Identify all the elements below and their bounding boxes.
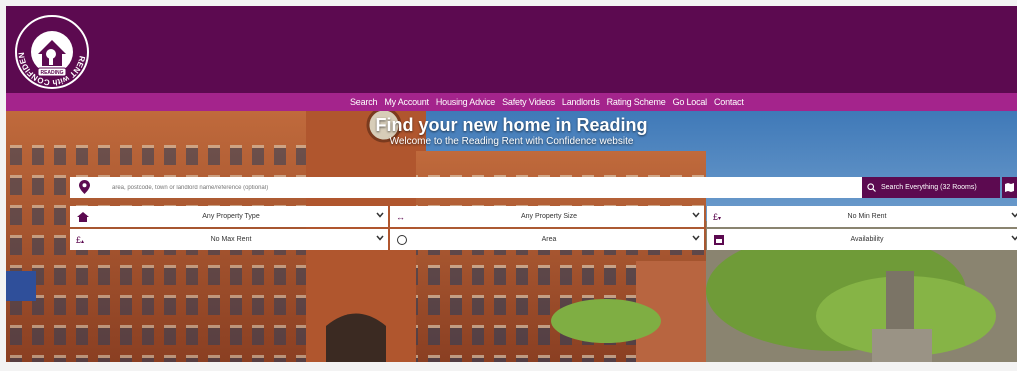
property-type-select[interactable]: Any Property Type xyxy=(70,206,388,227)
chevron-down-icon xyxy=(1011,212,1017,218)
hero-title: Find your new home in Reading xyxy=(375,115,648,135)
max-rent-select[interactable]: £▴ No Max Rent xyxy=(70,229,388,250)
chevron-down-icon xyxy=(376,212,384,218)
search-button-label: Search Everything (32 Rooms) xyxy=(881,184,977,191)
nav-item-contact[interactable]: Contact xyxy=(714,97,744,107)
chevron-down-icon xyxy=(1011,235,1017,241)
max-rent-value: No Max Rent xyxy=(210,236,252,243)
area-value: Area xyxy=(541,236,557,243)
calendar-icon xyxy=(714,235,724,245)
chevron-down-icon xyxy=(692,212,700,218)
chevron-down-icon xyxy=(692,235,700,241)
availability-select[interactable]: Availability xyxy=(707,229,1017,250)
min-rent-value: No Min Rent xyxy=(847,213,887,220)
nav-item-safety-videos[interactable]: Safety Videos xyxy=(502,97,555,107)
pound-down-icon: £▾ xyxy=(713,212,722,222)
property-size-select[interactable]: ↔ Any Property Size xyxy=(390,206,704,227)
location-pin-icon xyxy=(79,180,90,194)
hero-subtitle: Welcome to the Reading Rent with Confide… xyxy=(389,136,634,147)
home-icon xyxy=(77,212,89,222)
nav-item-landlords[interactable]: Landlords xyxy=(562,97,600,107)
nav-item-go-local[interactable]: Go Local xyxy=(673,97,708,107)
search-box xyxy=(70,177,862,198)
search-icon xyxy=(867,183,876,192)
nav-item-my-account[interactable]: My Account xyxy=(384,97,429,107)
nav-item-search[interactable]: Search xyxy=(350,97,378,107)
map-view-button[interactable] xyxy=(1002,177,1017,198)
hero-banner: Find your new home in Reading Welcome to… xyxy=(6,111,1017,362)
search-everything-button[interactable]: Search Everything (32 Rooms) xyxy=(862,177,1000,198)
search-input[interactable] xyxy=(110,179,854,197)
property-size-value: Any Property Size xyxy=(520,213,578,220)
resize-arrows-icon: ↔ xyxy=(396,212,405,222)
rent-with-confidence-logo[interactable]: READING RENT with CONFIDENCE xyxy=(14,14,90,90)
availability-value: Availability xyxy=(850,236,884,243)
pound-up-icon: £▴ xyxy=(76,235,85,245)
chevron-down-icon xyxy=(376,235,384,241)
nav-item-rating-scheme[interactable]: Rating Scheme xyxy=(607,97,666,107)
map-icon xyxy=(1005,183,1014,192)
site-header: READING RENT with CONFIDENCE xyxy=(6,6,1017,93)
nav-item-housing-advice[interactable]: Housing Advice xyxy=(436,97,495,107)
circle-icon xyxy=(397,235,407,245)
nav-items: Search My Account Housing Advice Safety Vid… xyxy=(350,93,744,111)
logo-badge-text: READING xyxy=(40,70,63,76)
search-row: Search Everything (32 Rooms) xyxy=(70,177,1017,198)
main-nav: Search My Account Housing Advice Safety Vid… xyxy=(6,93,1017,111)
min-rent-select[interactable]: £▾ No Min Rent xyxy=(707,206,1017,227)
area-select[interactable]: Area xyxy=(390,229,704,250)
property-type-value: Any Property Type xyxy=(202,213,260,220)
